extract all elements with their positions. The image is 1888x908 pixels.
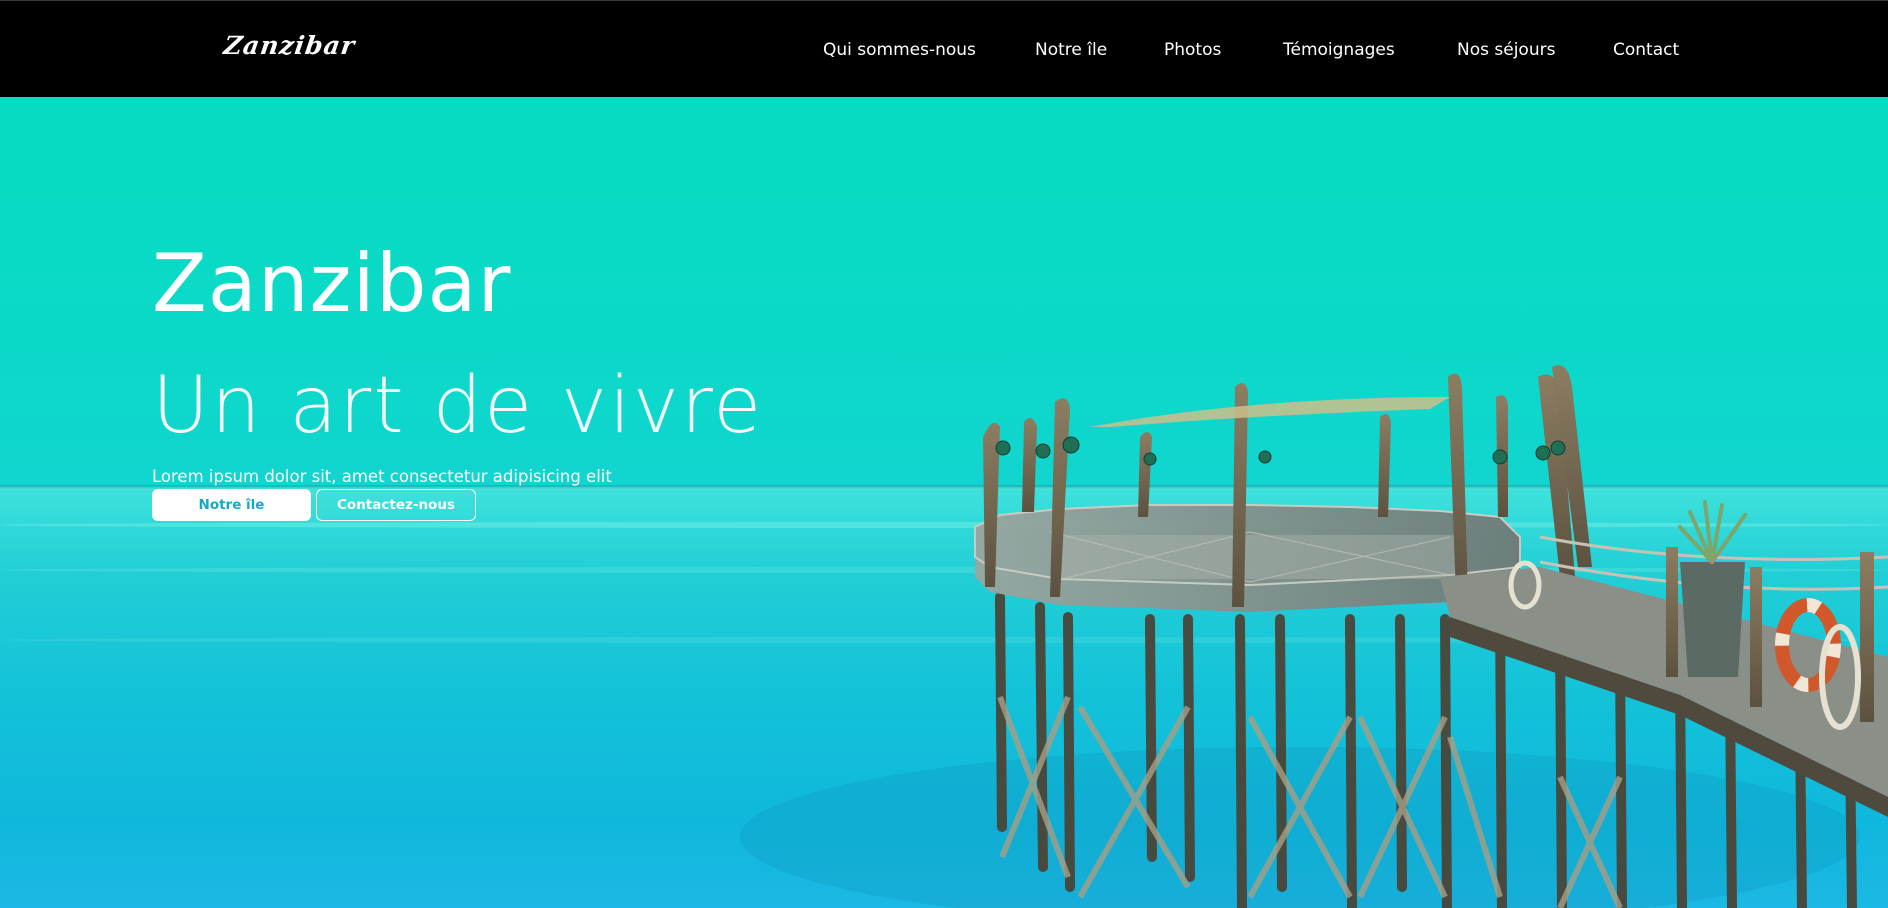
hero-subtitle: Un art de vivre xyxy=(152,361,764,451)
nav-link-temoignages[interactable]: Témoignages xyxy=(1283,40,1395,60)
nav-menu: Qui sommes-nous Notre île Photos Témoign… xyxy=(0,40,1888,64)
hero-lead-text: Lorem ipsum dolor sit, amet consectetur … xyxy=(152,467,612,486)
page: Zanzibar Qui sommes-nous Notre île Photo… xyxy=(0,0,1888,908)
nav-link-notre-ile[interactable]: Notre île xyxy=(1035,40,1107,60)
contactez-nous-button[interactable]: Contactez-nous xyxy=(316,489,476,521)
nav-link-contact[interactable]: Contact xyxy=(1613,40,1679,60)
nav-link-nos-sejours[interactable]: Nos séjours xyxy=(1457,40,1555,60)
hero-section: Zanzibar Un art de vivre Lorem ipsum dol… xyxy=(0,97,1888,908)
hero-title: Zanzibar xyxy=(152,237,512,330)
notre-ile-button[interactable]: Notre île xyxy=(152,489,311,521)
top-navigation: Zanzibar Qui sommes-nous Notre île Photo… xyxy=(0,0,1888,97)
nav-link-photos[interactable]: Photos xyxy=(1164,40,1221,60)
nav-link-qui-sommes-nous[interactable]: Qui sommes-nous xyxy=(823,40,976,60)
